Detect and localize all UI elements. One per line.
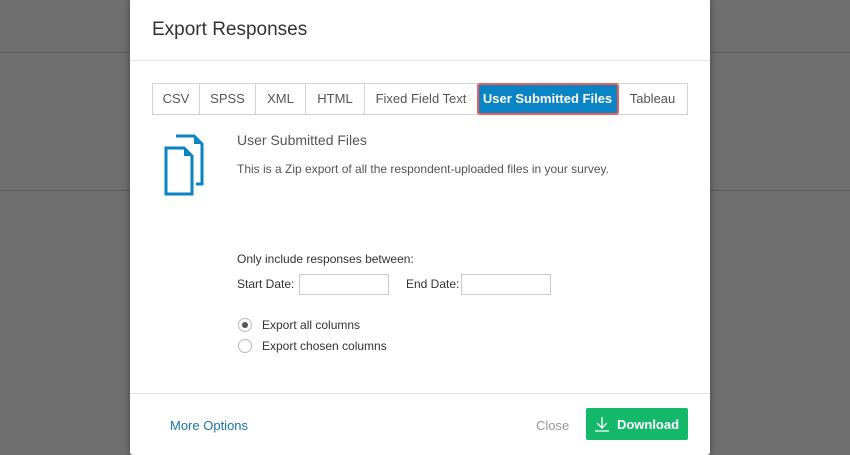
content-title: User Submitted Files bbox=[237, 132, 367, 148]
tab-xml[interactable]: XML bbox=[256, 84, 306, 114]
tab-tableau[interactable]: Tableau bbox=[618, 84, 687, 114]
header-divider bbox=[130, 60, 710, 61]
format-tabs: CSV SPSS XML HTML Fixed Field Text User … bbox=[152, 83, 688, 115]
files-icon bbox=[164, 134, 204, 196]
download-label: Download bbox=[616, 416, 680, 432]
tab-user-submitted-files[interactable]: User Submitted Files bbox=[477, 83, 619, 115]
export-responses-dialog: Export Responses CSV SPSS XML HTML Fixed… bbox=[130, 0, 710, 455]
tab-spss[interactable]: SPSS bbox=[200, 84, 256, 114]
end-date-label: End Date: bbox=[406, 277, 460, 291]
tab-html[interactable]: HTML bbox=[306, 84, 365, 114]
content-description: This is a Zip export of all the responde… bbox=[237, 162, 609, 176]
date-range-label: Only include responses between: bbox=[237, 252, 414, 266]
footer-divider bbox=[130, 393, 710, 394]
dialog-title: Export Responses bbox=[152, 19, 308, 40]
start-date-input[interactable] bbox=[299, 274, 389, 295]
tab-fixed-field-text[interactable]: Fixed Field Text bbox=[365, 84, 478, 114]
export-chosen-columns-radio[interactable] bbox=[238, 339, 252, 353]
download-icon bbox=[594, 417, 609, 432]
export-chosen-columns-label[interactable]: Export chosen columns bbox=[262, 339, 387, 353]
export-all-columns-label[interactable]: Export all columns bbox=[262, 318, 360, 332]
export-all-columns-radio[interactable] bbox=[238, 318, 252, 332]
more-options-link[interactable]: More Options bbox=[170, 418, 248, 433]
start-date-label: Start Date: bbox=[237, 277, 295, 291]
close-button[interactable]: Close bbox=[536, 418, 569, 433]
download-button[interactable]: Download bbox=[586, 408, 688, 440]
tab-csv[interactable]: CSV bbox=[153, 84, 200, 114]
end-date-input[interactable] bbox=[461, 274, 551, 295]
